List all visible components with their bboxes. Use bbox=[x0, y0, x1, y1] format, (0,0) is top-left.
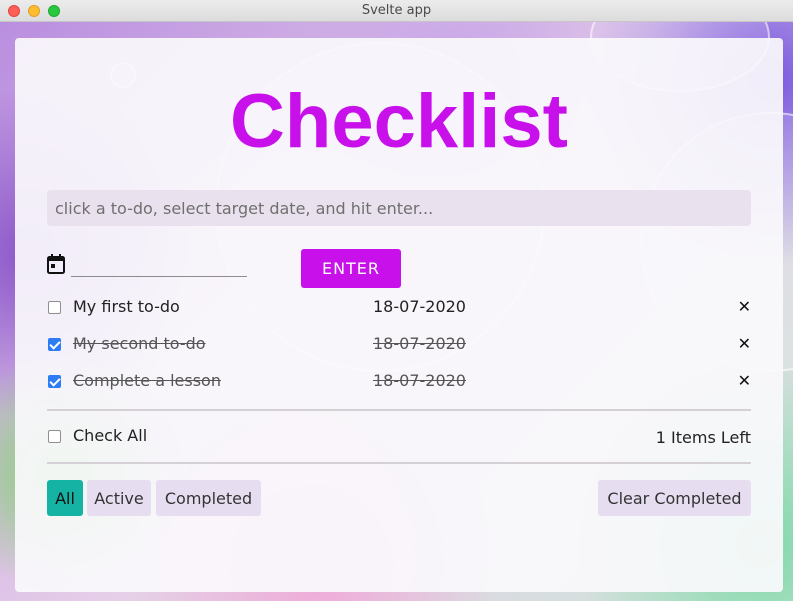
todo-input[interactable] bbox=[47, 190, 751, 226]
date-field[interactable] bbox=[71, 255, 247, 277]
todo-date: 18-07-2020 bbox=[373, 297, 466, 316]
filter-completed-button[interactable]: Completed bbox=[156, 480, 261, 516]
divider bbox=[47, 462, 751, 464]
check-all-label: Check All bbox=[73, 426, 148, 445]
filter-all-button[interactable]: All bbox=[47, 480, 83, 516]
todo-item: Complete a lesson 18-07-2020 ✕ bbox=[47, 370, 751, 394]
todo-date: 18-07-2020 bbox=[373, 334, 466, 353]
enter-button[interactable]: ENTER bbox=[301, 249, 401, 288]
calendar-icon[interactable] bbox=[47, 254, 65, 274]
close-icon[interactable]: ✕ bbox=[738, 297, 751, 316]
todo-text: My second to-do bbox=[73, 334, 206, 353]
todo-checkbox[interactable] bbox=[48, 301, 61, 314]
todo-checkbox[interactable] bbox=[48, 338, 61, 351]
clear-completed-button[interactable]: Clear Completed bbox=[598, 480, 751, 516]
divider bbox=[47, 409, 751, 411]
todo-checkbox[interactable] bbox=[48, 375, 61, 388]
page-title: Checklist bbox=[230, 79, 568, 164]
todo-text: Complete a lesson bbox=[73, 371, 221, 390]
window-title: Svelte app bbox=[361, 3, 432, 18]
title-bar: Svelte app bbox=[0, 0, 793, 22]
todo-item: My second to-do 18-07-2020 ✕ bbox=[47, 333, 751, 357]
close-icon[interactable]: ✕ bbox=[738, 371, 751, 390]
items-left-count: 1 Items Left bbox=[655, 428, 751, 447]
close-icon[interactable]: ✕ bbox=[738, 334, 751, 353]
checklist-card: Checklist ENTER My first to-do 18-07-202… bbox=[15, 38, 783, 592]
todo-item: My first to-do 18-07-2020 ✕ bbox=[47, 296, 751, 320]
check-all-checkbox[interactable] bbox=[48, 430, 61, 443]
todo-date: 18-07-2020 bbox=[373, 371, 466, 390]
todo-text: My first to-do bbox=[73, 297, 180, 316]
filter-active-button[interactable]: Active bbox=[87, 480, 151, 516]
